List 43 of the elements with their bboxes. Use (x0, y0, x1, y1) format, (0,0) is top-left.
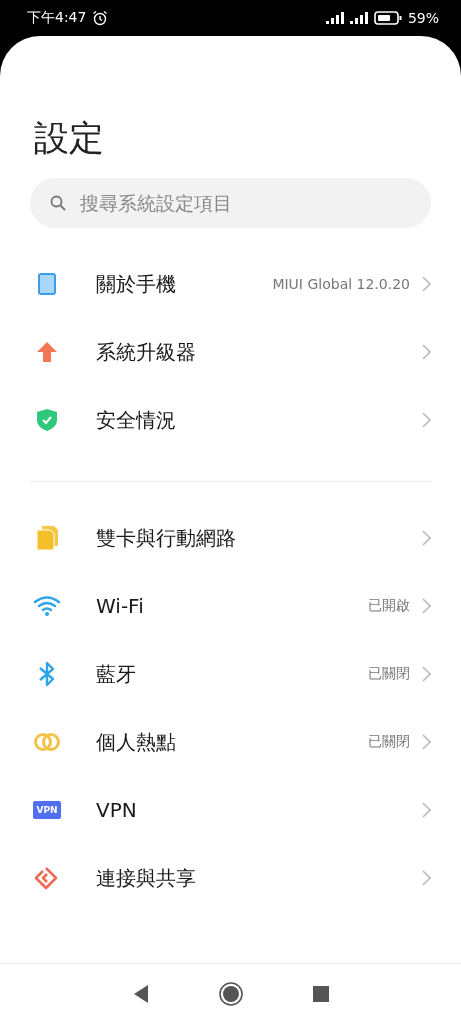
shield-icon (37, 409, 57, 431)
phone-icon (38, 273, 56, 295)
settings-item[interactable]: 個人熱點 (96, 728, 368, 756)
chevron-right-icon (422, 276, 431, 292)
item-status: 已開啟 (368, 597, 410, 615)
sim-card-icon (36, 526, 58, 550)
signal-icon (349, 12, 368, 24)
item-status: 已關閉 (368, 733, 410, 751)
chevron-right-icon (422, 530, 431, 546)
settings-item[interactable]: 系統升級器 (96, 338, 422, 366)
home-icon[interactable] (218, 982, 243, 1006)
chevron-right-icon (422, 802, 431, 818)
settings-item[interactable]: 關於手機 (96, 270, 273, 298)
battery-icon (373, 11, 402, 25)
item-status: MIUI Global 12.0.20 (272, 276, 410, 292)
up-arrow-icon (36, 341, 58, 363)
settings-item[interactable]: 雙卡與行動網路 (96, 524, 422, 552)
chevron-right-icon (422, 412, 431, 428)
chevron-right-icon (422, 598, 431, 614)
page-title: 設定 (34, 117, 104, 160)
bluetooth-icon (37, 661, 57, 687)
signal-icon (325, 12, 344, 24)
wifi-icon (33, 596, 61, 616)
search-field[interactable]: 搜尋系統設定項目 (30, 178, 431, 228)
recents-icon[interactable] (312, 986, 329, 1002)
item-status: 已關閉 (368, 665, 410, 683)
settings-item[interactable]: VPN (96, 798, 422, 822)
settings-item[interactable]: 連接與共享 (96, 864, 422, 892)
settings-item[interactable]: 安全情況 (96, 406, 422, 434)
chevron-right-icon (422, 344, 431, 360)
alarm-clock-icon (92, 10, 109, 26)
chevron-right-icon (422, 734, 431, 750)
battery-percentage: 59% (407, 10, 439, 26)
chevron-right-icon (422, 666, 431, 682)
settings-item[interactable]: Wi-Fi (96, 594, 368, 618)
status-time: 下午4:47 (27, 9, 87, 27)
linked-rings-icon (33, 732, 61, 752)
vpn-icon: VPN (33, 801, 61, 819)
chevron-right-icon (422, 870, 431, 886)
settings-item[interactable]: 藍牙 (96, 660, 368, 688)
share-icon (34, 866, 60, 890)
back-icon[interactable] (132, 984, 149, 1004)
search-icon (50, 195, 66, 211)
